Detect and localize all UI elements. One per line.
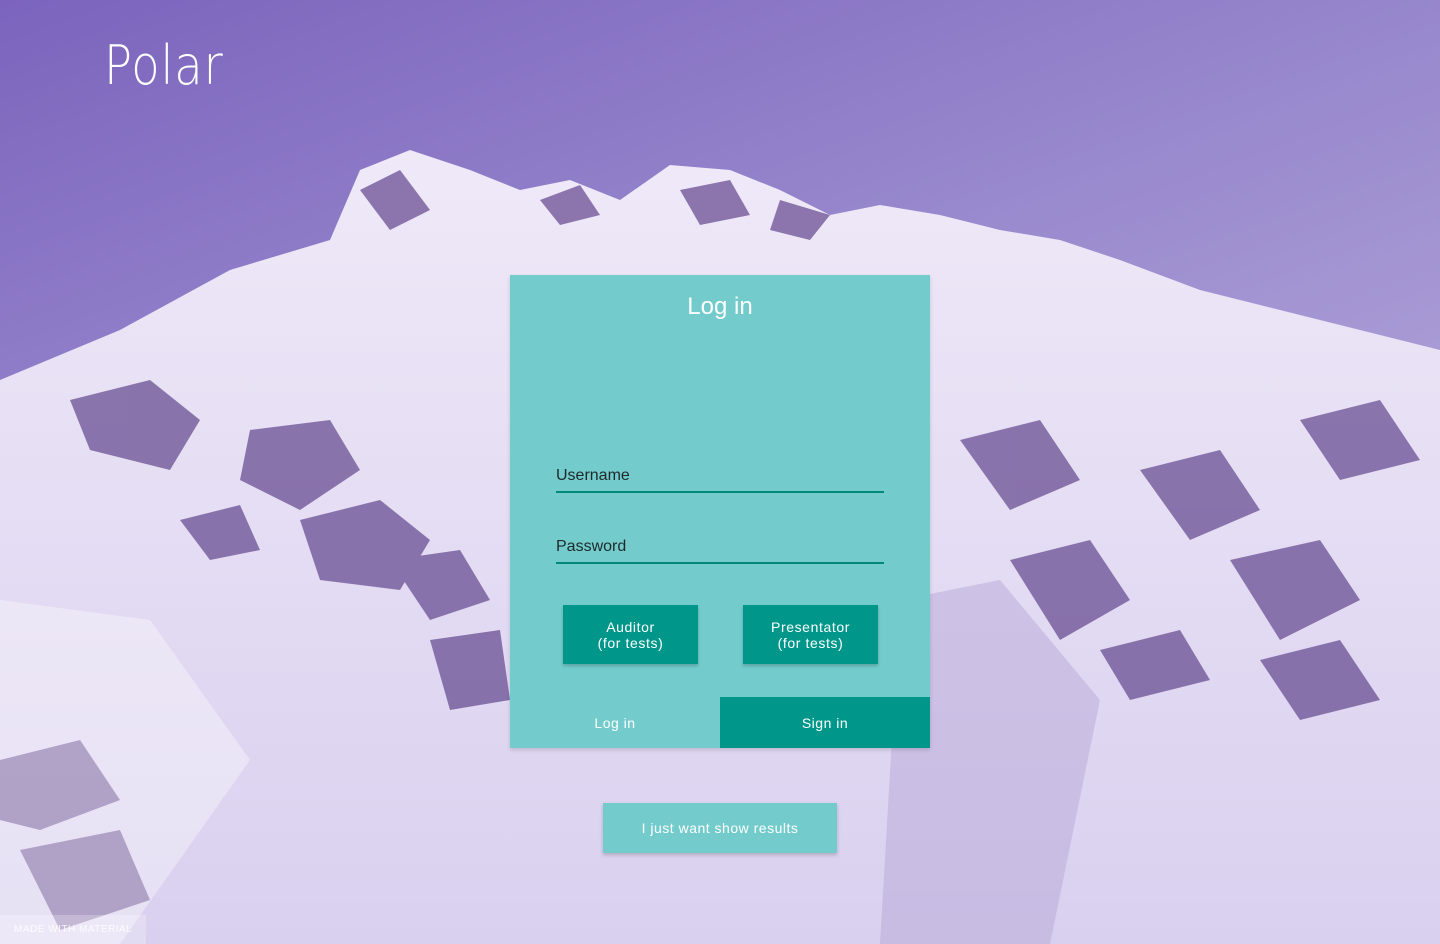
presentator-button-label: Presentator (for tests) bbox=[771, 618, 850, 651]
username-field[interactable]: Username bbox=[556, 461, 888, 493]
made-with-badge[interactable]: MADE WITH MATERIAL bbox=[0, 915, 146, 944]
card-title: Log in bbox=[687, 293, 753, 320]
password-input[interactable] bbox=[556, 532, 888, 564]
username-input[interactable] bbox=[556, 461, 888, 493]
brand-title: Polar bbox=[104, 34, 224, 97]
auditor-button-label: Auditor (for tests) bbox=[597, 618, 664, 651]
tab-login-label: Log in bbox=[594, 714, 636, 731]
tab-signin[interactable]: Sign in bbox=[720, 697, 930, 748]
show-results-button[interactable]: I just want show results bbox=[603, 803, 837, 853]
show-results-label: I just want show results bbox=[641, 820, 799, 836]
tab-signin-label: Sign in bbox=[801, 714, 849, 731]
tab-login[interactable]: Log in bbox=[510, 697, 720, 748]
auditor-button[interactable]: Auditor (for tests) bbox=[563, 605, 698, 664]
login-card: Log in Username Password Auditor (for te… bbox=[510, 275, 930, 748]
presentator-button[interactable]: Presentator (for tests) bbox=[743, 605, 878, 664]
password-field[interactable]: Password bbox=[556, 532, 888, 564]
made-with-label: MADE WITH MATERIAL bbox=[14, 924, 133, 935]
